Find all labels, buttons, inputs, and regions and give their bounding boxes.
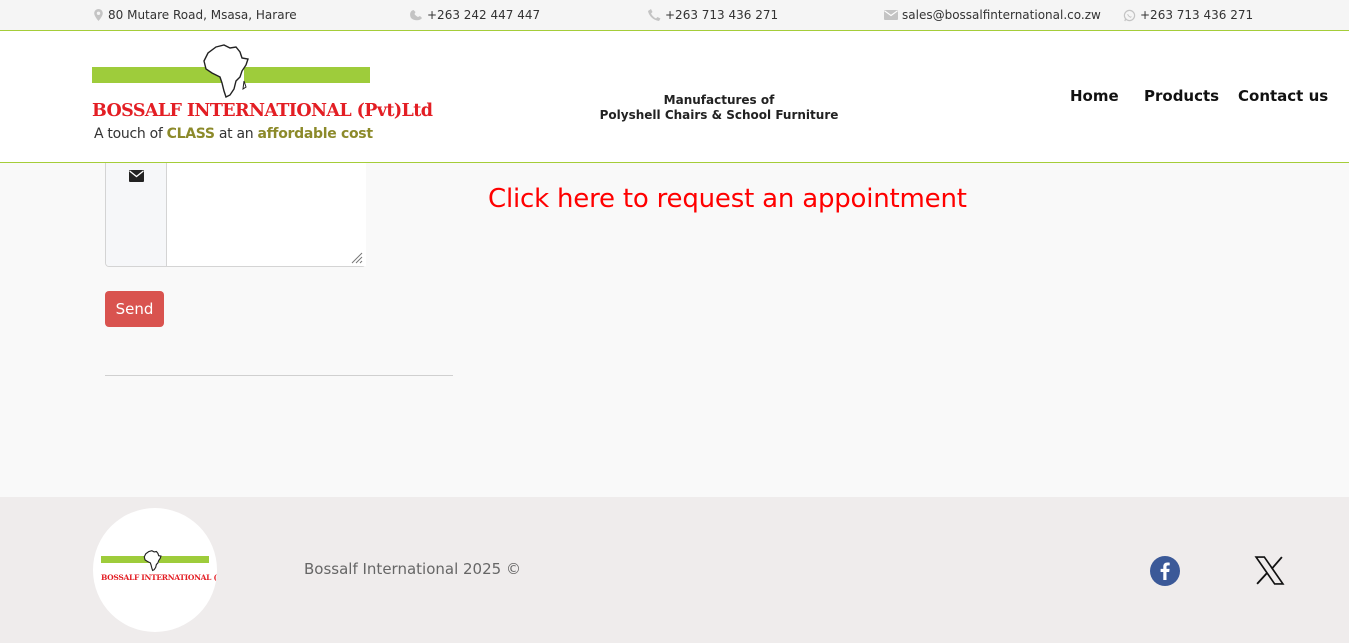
tagline-class: CLASS xyxy=(166,126,215,142)
top-contact-bar: 80 Mutare Road, Msasa, Harare +263 242 4… xyxy=(0,0,1349,31)
mobile-text: +263 713 436 271 xyxy=(665,8,779,22)
logo-brand-text: BOSSALF INTERNATIONAL (Pvt)Ltd xyxy=(92,101,433,121)
africa-map-icon xyxy=(203,44,249,98)
envelope-icon xyxy=(884,10,898,20)
nav-products[interactable]: Products xyxy=(1144,87,1219,105)
nav-home[interactable]: Home xyxy=(1070,87,1119,105)
whatsapp-icon xyxy=(1123,9,1136,21)
landline-text: +263 242 447 447 xyxy=(427,8,541,22)
map-marker-icon xyxy=(94,9,103,21)
slogan-line-2: Polyshell Chairs & School Furniture xyxy=(599,108,839,122)
x-twitter-icon[interactable] xyxy=(1254,555,1285,586)
site-logo[interactable]: BOSSALF INTERNATIONAL (Pvt)Ltd A touch o… xyxy=(92,43,433,147)
logo-bar-right xyxy=(244,67,370,83)
africa-map-icon xyxy=(143,550,162,572)
message-input-addon xyxy=(106,163,167,266)
mobile-phone-icon xyxy=(648,8,661,21)
nav-contact-us[interactable]: Contact us xyxy=(1238,87,1328,105)
message-textarea[interactable] xyxy=(167,163,366,266)
tagline-post: affordable cost xyxy=(257,126,373,142)
site-footer: BOSSALF INTERNATIONAL (Pvt)Ltd Bossalf I… xyxy=(0,497,1349,643)
header-slogan: Manufactures of Polyshell Chairs & Schoo… xyxy=(569,93,869,123)
footer-logo-bar-right xyxy=(159,556,209,563)
footer-logo[interactable]: BOSSALF INTERNATIONAL (Pvt)Ltd xyxy=(93,508,217,632)
email-text: sales@bossalfinternational.co.zw xyxy=(902,8,1101,22)
topbar-landline[interactable]: +263 242 447 447 xyxy=(409,8,540,22)
slogan-line-1: Manufactures of xyxy=(663,93,775,107)
topbar-address: 80 Mutare Road, Msasa, Harare xyxy=(93,8,297,22)
send-button[interactable]: Send xyxy=(105,291,164,327)
logo-tagline: A touch of CLASS at an affordable cost xyxy=(94,126,373,142)
phone-icon xyxy=(410,10,422,21)
topbar-whatsapp[interactable]: +263 713 436 271 xyxy=(1123,8,1253,22)
address-text: 80 Mutare Road, Msasa, Harare xyxy=(108,8,297,22)
site-header: BOSSALF INTERNATIONAL (Pvt)Ltd A touch o… xyxy=(0,31,1349,163)
footer-logo-brand: BOSSALF INTERNATIONAL (Pvt)Ltd xyxy=(101,573,217,582)
tagline-pre: A touch of xyxy=(94,126,167,142)
tagline-mid: at an xyxy=(214,126,258,142)
footer-logo-bar-left xyxy=(101,556,149,563)
whatsapp-text: +263 713 436 271 xyxy=(1140,8,1254,22)
facebook-icon[interactable] xyxy=(1150,556,1180,586)
topbar-mobile[interactable]: +263 713 436 271 xyxy=(647,8,778,22)
form-divider xyxy=(105,375,453,376)
copyright-text: Bossalf International 2025 © xyxy=(304,560,521,578)
request-appointment-link[interactable]: Click here to request an appointment xyxy=(488,184,967,214)
resize-grip-icon[interactable] xyxy=(351,252,363,264)
message-input-group xyxy=(105,163,366,267)
topbar-email[interactable]: sales@bossalfinternational.co.zw xyxy=(884,8,1101,22)
envelope-icon xyxy=(129,170,144,182)
